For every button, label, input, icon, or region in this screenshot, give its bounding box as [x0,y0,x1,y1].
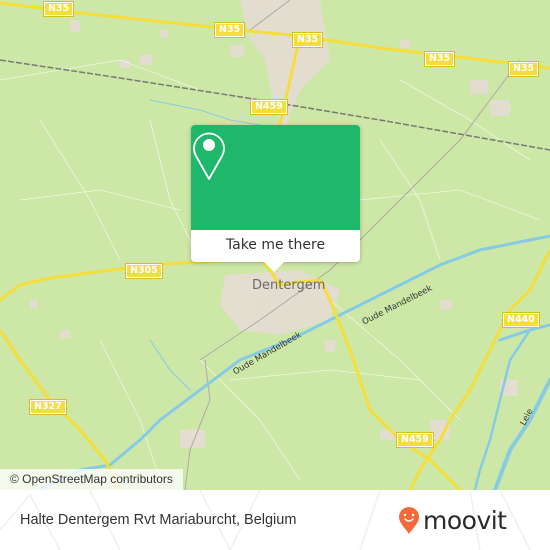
moovit-pin-smile-icon [399,507,419,534]
road-shield-n305: N305 [125,263,163,279]
road-shield-n327: N327 [29,399,67,415]
map-view[interactable]: N35 N35 N35 N35 N35 N459 N305 N440 N327 … [0,0,550,490]
footer-bar: Halte Dentergem Rvt Mariaburcht, Belgium… [0,490,550,550]
road-shield-n459: N459 [250,99,288,115]
road-shield-n35: N35 [507,61,540,77]
moovit-wordmark: moovit [423,506,507,535]
road-shield-n35: N35 [213,22,246,38]
road-shield-n459: N459 [396,432,434,448]
map-attribution[interactable]: © OpenStreetMap contributors [0,469,183,490]
road-shield-n35: N35 [423,51,456,67]
moovit-logo[interactable]: moovit [398,504,507,538]
road-shield-n440: N440 [502,312,540,328]
location-popup: Take me there [191,125,360,262]
take-me-there-button[interactable]: Take me there [191,230,360,262]
stop-name-title: Halte Dentergem Rvt Mariaburcht, Belgium [20,512,297,528]
road-shield-n35: N35 [291,32,324,48]
road-shield-n35: N35 [42,1,75,17]
map-pin-icon [193,132,225,180]
popup-header [191,125,360,230]
popup-pointer [264,262,284,272]
place-label-dentergem: Dentergem [252,278,326,293]
